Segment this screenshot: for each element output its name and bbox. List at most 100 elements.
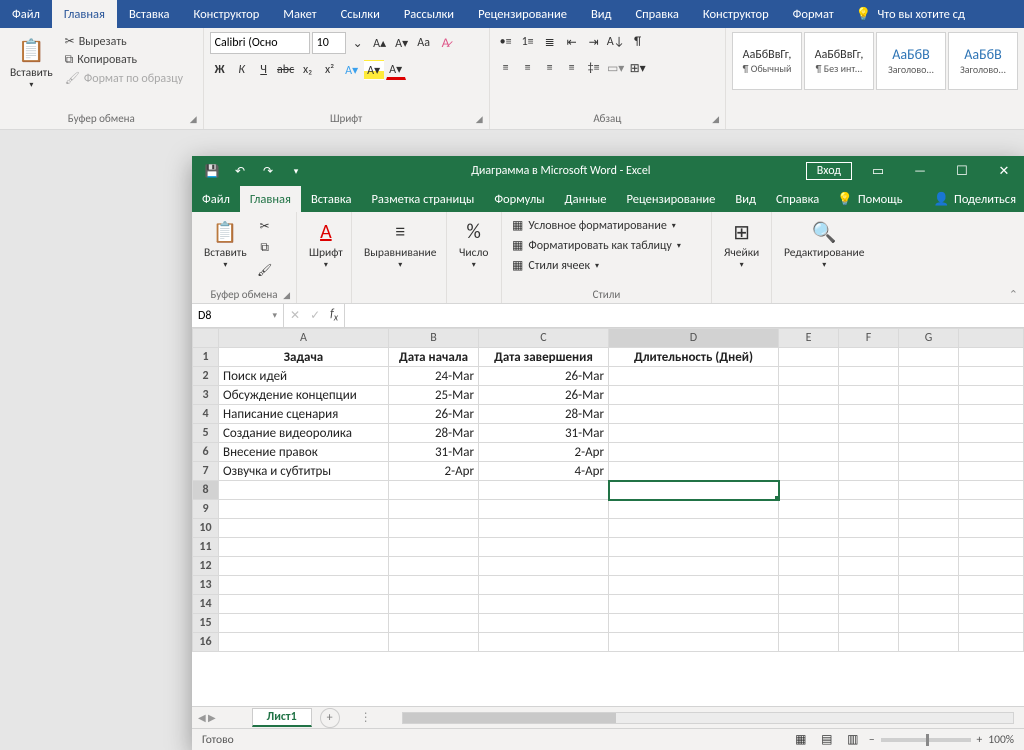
col-header-A[interactable]: A [219, 329, 389, 348]
cell-E3[interactable] [779, 386, 839, 405]
styles-gallery[interactable]: АаБбВвГг,¶ ОбычныйАаБбВвГг,¶ Без инт...А… [732, 32, 1018, 90]
cut-button[interactable]: ✂Вырезать [63, 32, 185, 51]
numbering-icon[interactable]: 1≡ [518, 32, 538, 52]
qat-customize-icon[interactable]: ▾ [286, 161, 306, 181]
formula-input[interactable] [345, 304, 1024, 327]
copy-button[interactable]: ⧉Копировать [63, 51, 185, 69]
subscript-icon[interactable]: x₂ [298, 60, 318, 80]
col-header-E[interactable]: E [779, 329, 839, 348]
style-item[interactable]: АаБбВЗаголово... [876, 32, 946, 90]
alignment-button[interactable]: ≡Выравнивание▾ [360, 216, 440, 272]
signin-button[interactable]: Вход [806, 162, 852, 180]
vsplit-icon[interactable]: ⋮ [360, 710, 372, 725]
cell[interactable] [959, 481, 1024, 500]
cell-A5[interactable]: Создание видеоролика [219, 424, 389, 443]
collapse-ribbon-icon[interactable]: ⌃ [1009, 288, 1018, 301]
cell-E5[interactable] [779, 424, 839, 443]
cell-F13[interactable] [839, 576, 899, 595]
cell-G7[interactable] [899, 462, 959, 481]
cell-E4[interactable] [779, 405, 839, 424]
cut-icon[interactable]: ✂ [255, 216, 275, 236]
cell[interactable] [959, 462, 1024, 481]
word-tab-5[interactable]: Ссылки [329, 0, 392, 28]
cell-C10[interactable] [479, 519, 609, 538]
cell-A14[interactable] [219, 595, 389, 614]
cell-E11[interactable] [779, 538, 839, 557]
excel-tab-1[interactable]: Главная [240, 186, 301, 212]
row-header[interactable]: 2 [193, 367, 219, 386]
cell-A7[interactable]: Озвучка и субтитры [219, 462, 389, 481]
cell-D13[interactable] [609, 576, 779, 595]
word-tab-4[interactable]: Макет [271, 0, 328, 28]
format-painter-button[interactable]: 🖌Формат по образцу [63, 69, 185, 88]
cells-button[interactable]: ⊞Ячейки▾ [720, 216, 763, 272]
cell[interactable] [959, 405, 1024, 424]
cell-F1[interactable] [839, 348, 899, 367]
cell-B2[interactable]: 24-Mar [389, 367, 479, 386]
excel-tab-5[interactable]: Данные [555, 186, 617, 212]
cell-D5[interactable] [609, 424, 779, 443]
view-pagebreak-icon[interactable]: ▥ [843, 730, 863, 750]
bold-icon[interactable]: Ж [210, 60, 230, 80]
dialog-launcher-icon[interactable]: ◢ [283, 290, 290, 301]
multilevel-icon[interactable]: ≣ [540, 32, 560, 52]
col-header-C[interactable]: C [479, 329, 609, 348]
cell-G10[interactable] [899, 519, 959, 538]
cell[interactable] [959, 557, 1024, 576]
cell-F15[interactable] [839, 614, 899, 633]
redo-icon[interactable]: ↷ [258, 161, 278, 181]
dropdown-icon[interactable]: ⌄ [348, 33, 368, 53]
cell-E14[interactable] [779, 595, 839, 614]
cell-A1[interactable]: Задача [219, 348, 389, 367]
col-header-F[interactable]: F [839, 329, 899, 348]
save-icon[interactable]: 💾 [202, 161, 222, 181]
cell-D9[interactable] [609, 500, 779, 519]
select-all-cell[interactable] [193, 329, 219, 348]
cell-D2[interactable] [609, 367, 779, 386]
cell-D3[interactable] [609, 386, 779, 405]
paste-button[interactable]: 📋 Вставить ▾ [200, 216, 251, 272]
cell-D12[interactable] [609, 557, 779, 576]
cell-G1[interactable] [899, 348, 959, 367]
cell-A15[interactable] [219, 614, 389, 633]
cell-E6[interactable] [779, 443, 839, 462]
add-sheet-button[interactable]: + [320, 708, 340, 728]
editing-button[interactable]: 🔍Редактирование▾ [780, 216, 868, 272]
sheet-tab[interactable]: Лист1 [252, 708, 312, 727]
cell-A3[interactable]: Обсуждение концепции [219, 386, 389, 405]
spreadsheet-grid[interactable]: ABCDEFG1ЗадачаДата началаДата завершения… [192, 328, 1024, 706]
tell-me-input[interactable]: 💡Что вы хотите сд [846, 0, 975, 28]
cell-C3[interactable]: 26-Mar [479, 386, 609, 405]
cell-G3[interactable] [899, 386, 959, 405]
row-header[interactable]: 12 [193, 557, 219, 576]
cell[interactable] [959, 595, 1024, 614]
shrink-font-icon[interactable]: A▾ [392, 33, 412, 53]
close-icon[interactable]: ✕ [984, 156, 1024, 186]
cell-A2[interactable]: Поиск идей [219, 367, 389, 386]
bullets-icon[interactable]: •≡ [496, 32, 516, 52]
dialog-launcher-icon[interactable]: ◢ [190, 114, 197, 125]
cell-D16[interactable] [609, 633, 779, 652]
cell-E10[interactable] [779, 519, 839, 538]
cell-C15[interactable] [479, 614, 609, 633]
cell-F3[interactable] [839, 386, 899, 405]
cell-G2[interactable] [899, 367, 959, 386]
cell-A13[interactable] [219, 576, 389, 595]
word-tab-2[interactable]: Вставка [117, 0, 182, 28]
font-color-icon[interactable]: A▾ [386, 60, 406, 80]
ribbon-display-icon[interactable]: ▭ [858, 156, 898, 186]
cell-B1[interactable]: Дата начала [389, 348, 479, 367]
style-item[interactable]: АаБбВвГг,¶ Без инт... [804, 32, 874, 90]
row-header[interactable]: 7 [193, 462, 219, 481]
borders-icon[interactable]: ⊞▾ [628, 58, 648, 78]
row-header[interactable]: 11 [193, 538, 219, 557]
excel-tab-8[interactable]: Справка [766, 186, 829, 212]
cell-F10[interactable] [839, 519, 899, 538]
cell[interactable] [959, 538, 1024, 557]
tell-me-input[interactable]: 💡Помощь [829, 186, 910, 212]
row-header[interactable]: 3 [193, 386, 219, 405]
view-pagelayout-icon[interactable]: ▤ [817, 730, 837, 750]
row-header[interactable]: 16 [193, 633, 219, 652]
excel-tab-4[interactable]: Формулы [484, 186, 554, 212]
word-tab-0[interactable]: Файл [0, 0, 52, 28]
